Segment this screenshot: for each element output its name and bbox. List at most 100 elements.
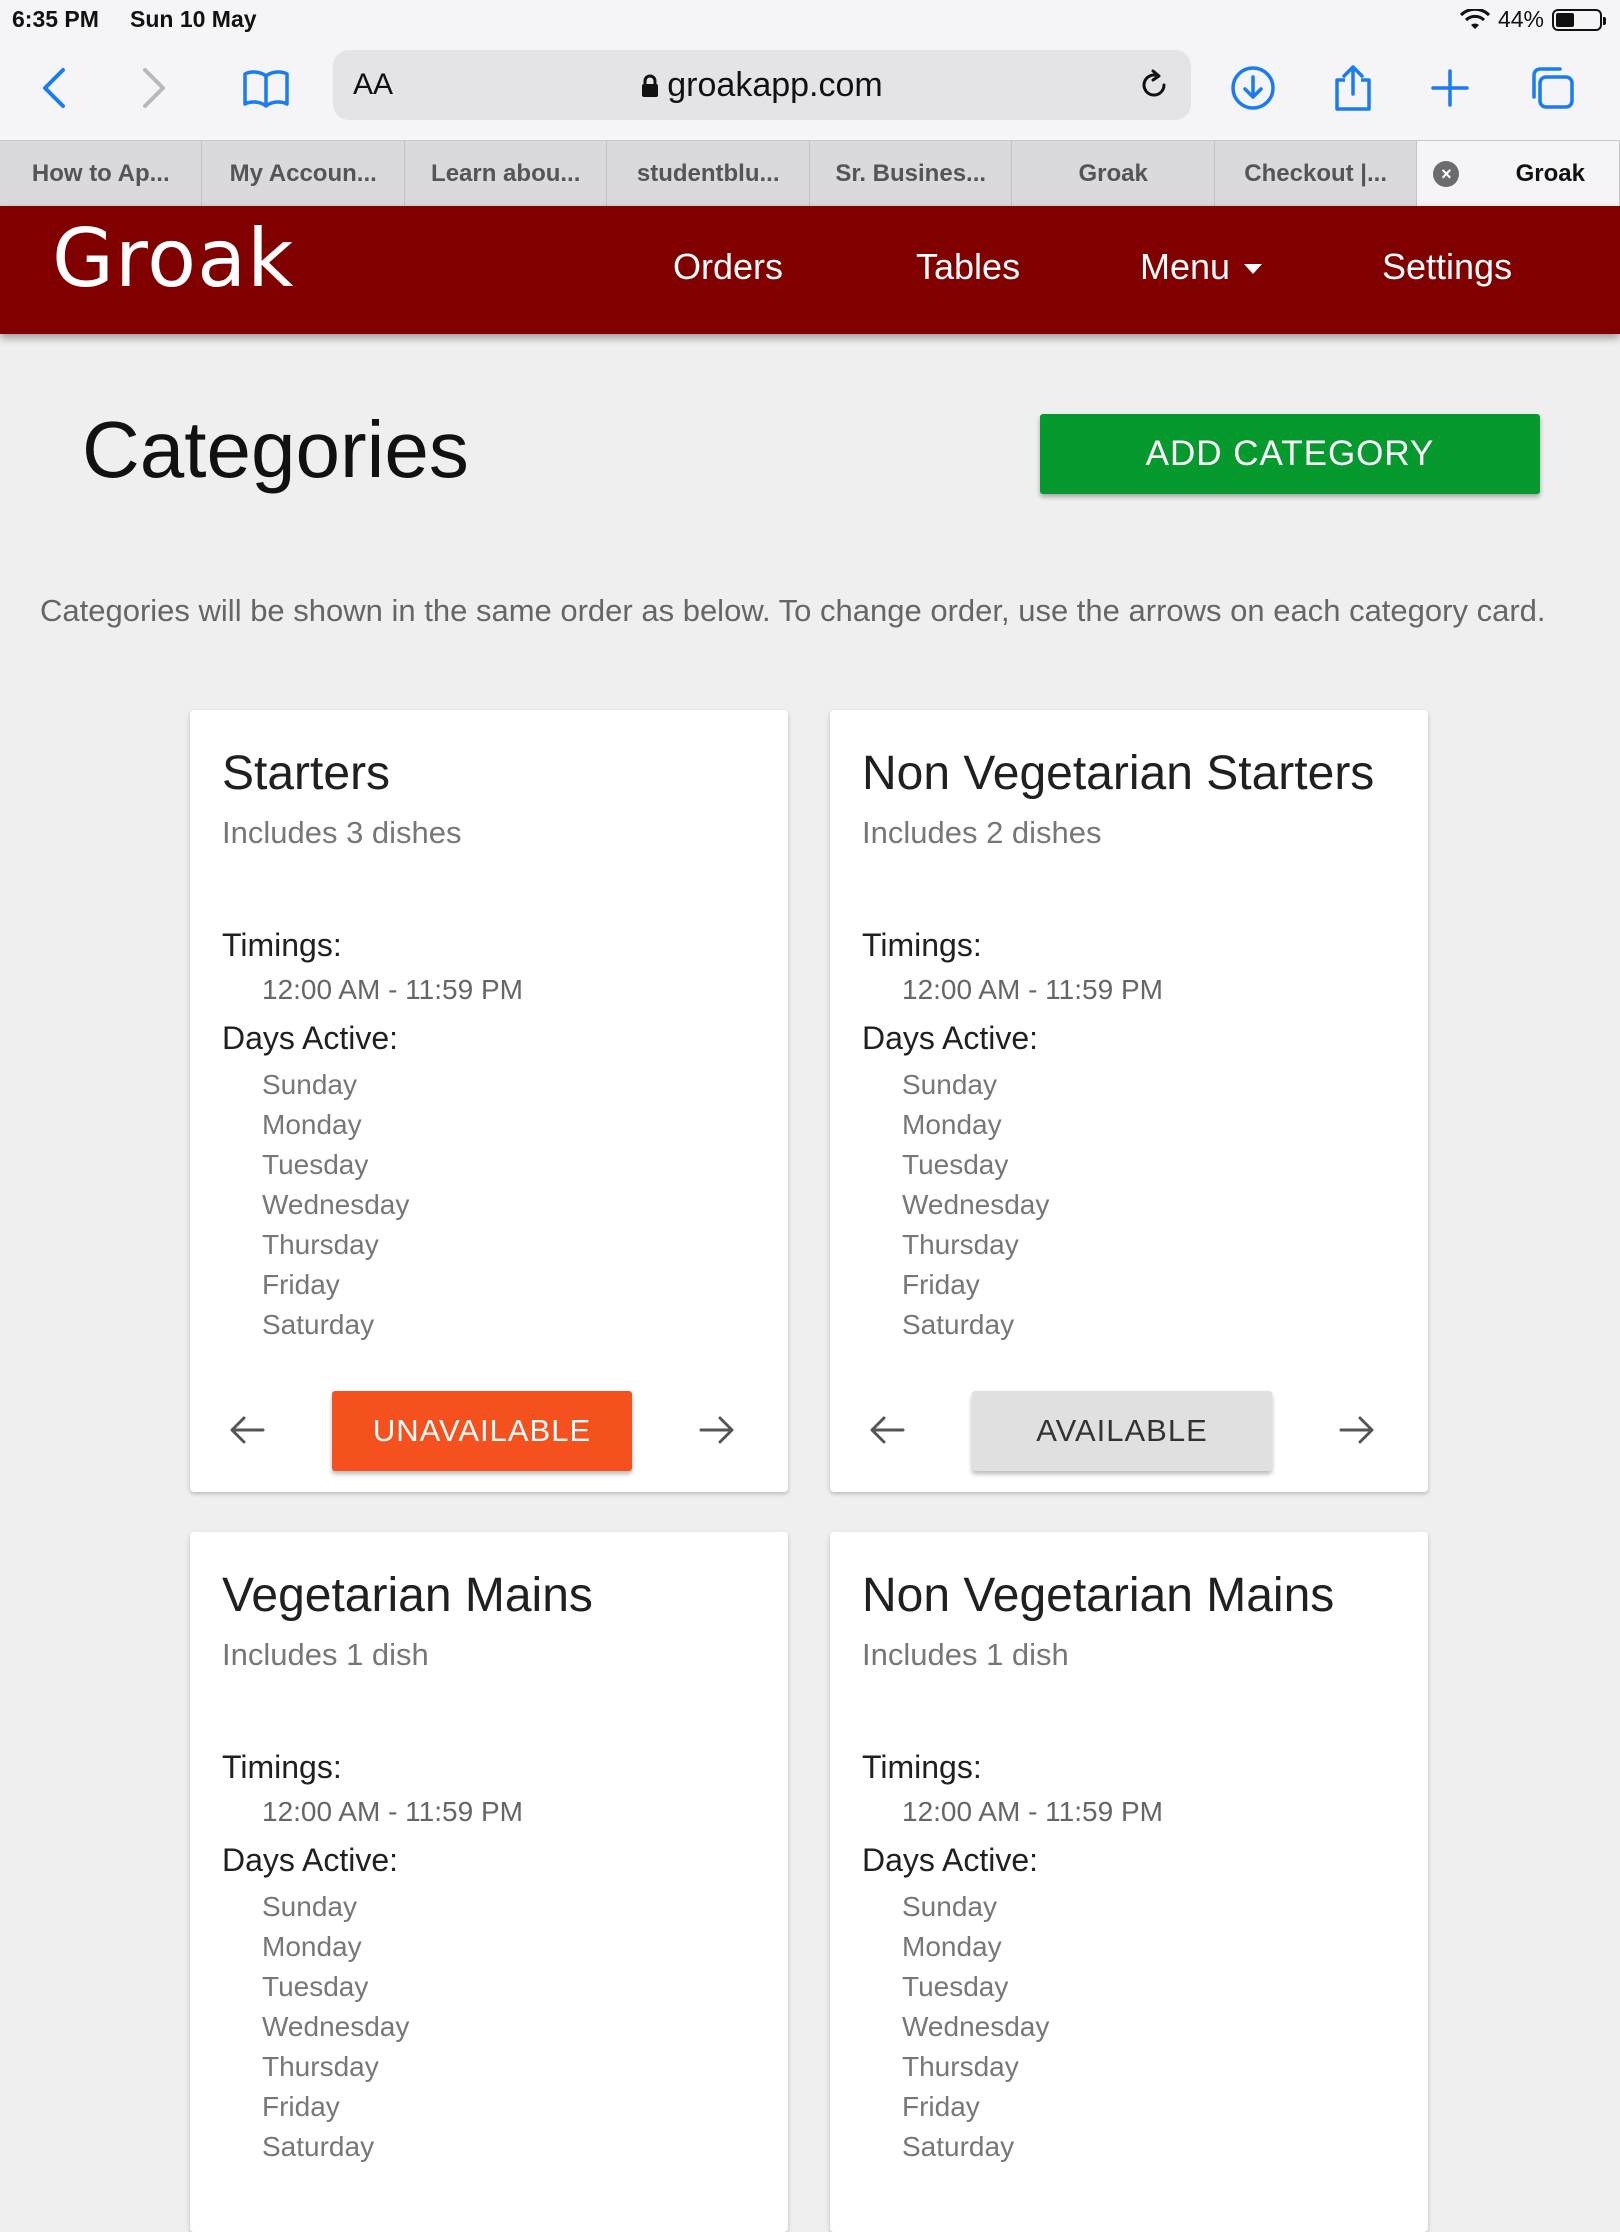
days-list: Sunday Monday Tuesday Wednesday Thursday… xyxy=(902,1887,1396,2167)
day-item: Monday xyxy=(262,1109,362,1140)
nav-menu[interactable]: Menu xyxy=(1140,246,1263,288)
add-category-button[interactable]: ADD CATEGORY xyxy=(1040,414,1540,494)
browser-tab[interactable]: How to Ap... xyxy=(0,141,203,207)
day-item: Thursday xyxy=(902,1229,1019,1260)
download-icon[interactable] xyxy=(1225,60,1281,116)
day-item: Friday xyxy=(902,2091,980,2122)
day-item: Wednesday xyxy=(902,1189,1050,1220)
category-card: Non Vegetarian Mains Includes 1 dish Tim… xyxy=(830,1532,1428,2232)
day-item: Monday xyxy=(262,1931,362,1962)
wifi-icon xyxy=(1459,8,1490,29)
category-name: Vegetarian Mains xyxy=(222,1569,593,1622)
day-item: Friday xyxy=(262,1269,340,1300)
nav-tables[interactable]: Tables xyxy=(916,246,1020,288)
day-item: Sunday xyxy=(902,1069,997,1100)
caret-down-icon xyxy=(1244,264,1263,275)
day-item: Thursday xyxy=(262,2051,379,2082)
battery-icon xyxy=(1552,8,1606,31)
day-item: Sunday xyxy=(902,1891,997,1922)
day-item: Wednesday xyxy=(262,2011,410,2042)
status-toggle-button[interactable]: AVAILABLE xyxy=(972,1391,1272,1471)
day-item: Friday xyxy=(262,2091,340,2122)
day-item: Thursday xyxy=(902,2051,1019,2082)
category-card: Starters Includes 3 dishes Timings: 12:0… xyxy=(190,710,788,1492)
browser-tab[interactable]: Checkout |... xyxy=(1215,141,1418,207)
category-name: Non Vegetarian Mains xyxy=(862,1569,1335,1622)
timing-value: 12:00 AM - 11:59 PM xyxy=(262,974,523,1005)
day-item: Tuesday xyxy=(902,1971,1009,2002)
browser-toolbar: AA groakapp.com xyxy=(0,42,1620,140)
browser-tab[interactable]: My Accoun... xyxy=(202,141,405,207)
day-item: Saturday xyxy=(902,1309,1015,1340)
status-toggle-button[interactable]: UNAVAILABLE xyxy=(332,1391,632,1471)
dish-count: Includes 1 dish xyxy=(222,1637,429,1672)
battery-percent: 44% xyxy=(1497,6,1544,32)
timing-value: 12:00 AM - 11:59 PM xyxy=(902,1796,1163,1827)
app-header: Groak Orders Tables Menu Settings xyxy=(0,206,1620,334)
timing-value: 12:00 AM - 11:59 PM xyxy=(262,1796,523,1827)
close-tab-icon[interactable]: × xyxy=(1433,161,1460,187)
day-item: Monday xyxy=(902,1931,1002,1962)
nav-menu-label: Menu xyxy=(1140,246,1231,287)
browser-tab[interactable]: Sr. Busines... xyxy=(810,141,1013,207)
day-item: Tuesday xyxy=(262,1971,369,2002)
day-item: Saturday xyxy=(262,1309,375,1340)
browser-tab-active[interactable]: × Groak xyxy=(1417,141,1620,207)
day-item: Tuesday xyxy=(902,1149,1009,1180)
days-list: Sunday Monday Tuesday Wednesday Thursday… xyxy=(262,1065,756,1345)
browser-tab[interactable]: Groak xyxy=(1012,141,1215,207)
bookmarks-icon[interactable] xyxy=(238,60,294,116)
tabs-overview-icon[interactable] xyxy=(1524,60,1580,116)
status-time: 6:35 PM xyxy=(12,6,99,32)
days-active-label: Days Active: xyxy=(222,1842,399,1878)
timing-value: 12:00 AM - 11:59 PM xyxy=(902,974,1163,1005)
day-item: Monday xyxy=(902,1109,1002,1140)
order-hint: Categories will be shown in the same ord… xyxy=(40,593,1546,628)
forward-icon[interactable] xyxy=(126,60,182,116)
move-right-arrow-icon[interactable] xyxy=(1332,1405,1382,1455)
move-left-arrow-icon[interactable] xyxy=(862,1405,912,1455)
day-item: Sunday xyxy=(262,1069,357,1100)
days-list: Sunday Monday Tuesday Wednesday Thursday… xyxy=(902,1065,1396,1345)
new-tab-icon[interactable] xyxy=(1422,60,1478,116)
share-icon[interactable] xyxy=(1325,60,1381,116)
back-icon[interactable] xyxy=(26,60,82,116)
url-text: groakapp.com xyxy=(667,66,883,104)
dish-count: Includes 2 dishes xyxy=(862,815,1102,850)
address-bar[interactable]: AA groakapp.com xyxy=(333,50,1191,120)
day-item: Wednesday xyxy=(902,2011,1050,2042)
category-name: Non Vegetarian Starters xyxy=(862,747,1375,800)
browser-tab[interactable]: Learn abou... xyxy=(405,141,608,207)
nav-orders[interactable]: Orders xyxy=(673,246,783,288)
day-item: Saturday xyxy=(902,2131,1015,2162)
day-item: Friday xyxy=(902,1269,980,1300)
timings-label: Timings: xyxy=(862,927,982,963)
groak-logo[interactable]: Groak xyxy=(52,212,294,305)
days-active-label: Days Active: xyxy=(222,1020,399,1056)
timings-label: Timings: xyxy=(222,927,342,963)
days-active-label: Days Active: xyxy=(862,1842,1039,1878)
move-left-arrow-icon[interactable] xyxy=(222,1405,272,1455)
move-right-arrow-icon[interactable] xyxy=(692,1405,742,1455)
day-item: Saturday xyxy=(262,2131,375,2162)
day-item: Tuesday xyxy=(262,1149,369,1180)
browser-tab[interactable]: studentblu... xyxy=(607,141,810,207)
timings-label: Timings: xyxy=(222,1749,342,1785)
status-bar: 6:35 PM Sun 10 May 44% xyxy=(0,0,1620,42)
category-card: Non Vegetarian Starters Includes 2 dishe… xyxy=(830,710,1428,1492)
timings-label: Timings: xyxy=(862,1749,982,1785)
reload-icon[interactable] xyxy=(1129,60,1179,110)
dish-count: Includes 1 dish xyxy=(862,1637,1069,1672)
day-item: Wednesday xyxy=(262,1189,410,1220)
day-item: Thursday xyxy=(262,1229,379,1260)
browser-tab-label: Groak xyxy=(1515,160,1585,187)
lock-icon xyxy=(642,74,659,97)
day-item: Sunday xyxy=(262,1891,357,1922)
days-list: Sunday Monday Tuesday Wednesday Thursday… xyxy=(262,1887,756,2167)
browser-tabs: How to Ap... My Accoun... Learn abou... … xyxy=(0,140,1620,207)
category-name: Starters xyxy=(222,747,391,800)
category-card: Vegetarian Mains Includes 1 dish Timings… xyxy=(190,1532,788,2232)
nav-settings[interactable]: Settings xyxy=(1382,246,1512,288)
status-date: Sun 10 May xyxy=(130,6,257,32)
days-active-label: Days Active: xyxy=(862,1020,1039,1056)
